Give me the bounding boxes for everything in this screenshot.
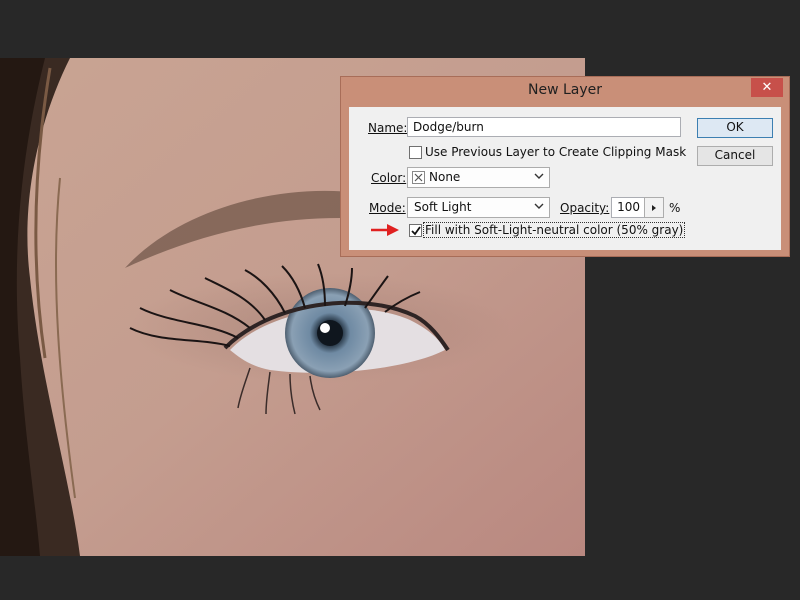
color-value: None bbox=[429, 170, 461, 184]
triangle-right-icon bbox=[652, 205, 656, 211]
cancel-button[interactable]: Cancel bbox=[697, 146, 773, 166]
clipping-mask-label: Use Previous Layer to Create Clipping Ma… bbox=[425, 145, 687, 159]
name-label: Name: bbox=[368, 121, 407, 135]
fill-neutral-checkbox[interactable] bbox=[409, 224, 422, 237]
close-icon: ✕ bbox=[761, 80, 773, 95]
mode-label-text: Mode: bbox=[369, 201, 406, 215]
x-swatch-icon bbox=[412, 171, 425, 184]
opacity-label: Opacity: bbox=[560, 201, 609, 215]
name-label-text: Name: bbox=[368, 121, 408, 135]
chevron-down-icon bbox=[534, 173, 544, 179]
red-arrow-icon bbox=[371, 224, 399, 236]
color-label: Color: bbox=[371, 171, 406, 185]
dialog-body: Name: Dodge/burn OK Cancel Use Previous … bbox=[349, 107, 781, 250]
chevron-down-icon bbox=[534, 203, 544, 209]
mode-value: Soft Light bbox=[414, 200, 472, 214]
ok-button[interactable]: OK bbox=[697, 118, 773, 138]
color-label-text: Color: bbox=[371, 171, 407, 185]
mode-select[interactable]: Soft Light bbox=[407, 197, 550, 218]
dialog-titlebar[interactable]: New Layer ✕ bbox=[341, 77, 789, 105]
checkmark-icon bbox=[411, 226, 421, 236]
opacity-unit: % bbox=[669, 201, 681, 215]
opacity-slider-button[interactable] bbox=[644, 197, 664, 218]
opacity-label-text: Opacity: bbox=[560, 201, 610, 215]
opacity-input[interactable]: 100 bbox=[611, 197, 645, 218]
color-select[interactable]: None bbox=[407, 167, 550, 188]
fill-neutral-label: Fill with Soft-Light-neutral color (50% … bbox=[423, 222, 686, 238]
dialog-title: New Layer bbox=[527, 82, 603, 98]
mode-label: Mode: bbox=[369, 201, 406, 215]
clipping-mask-checkbox[interactable] bbox=[409, 146, 422, 159]
new-layer-dialog: New Layer ✕ Name: Dodge/burn OK Cancel U… bbox=[340, 76, 790, 257]
name-field[interactable]: Dodge/burn bbox=[407, 117, 681, 137]
close-button[interactable]: ✕ bbox=[751, 78, 783, 97]
